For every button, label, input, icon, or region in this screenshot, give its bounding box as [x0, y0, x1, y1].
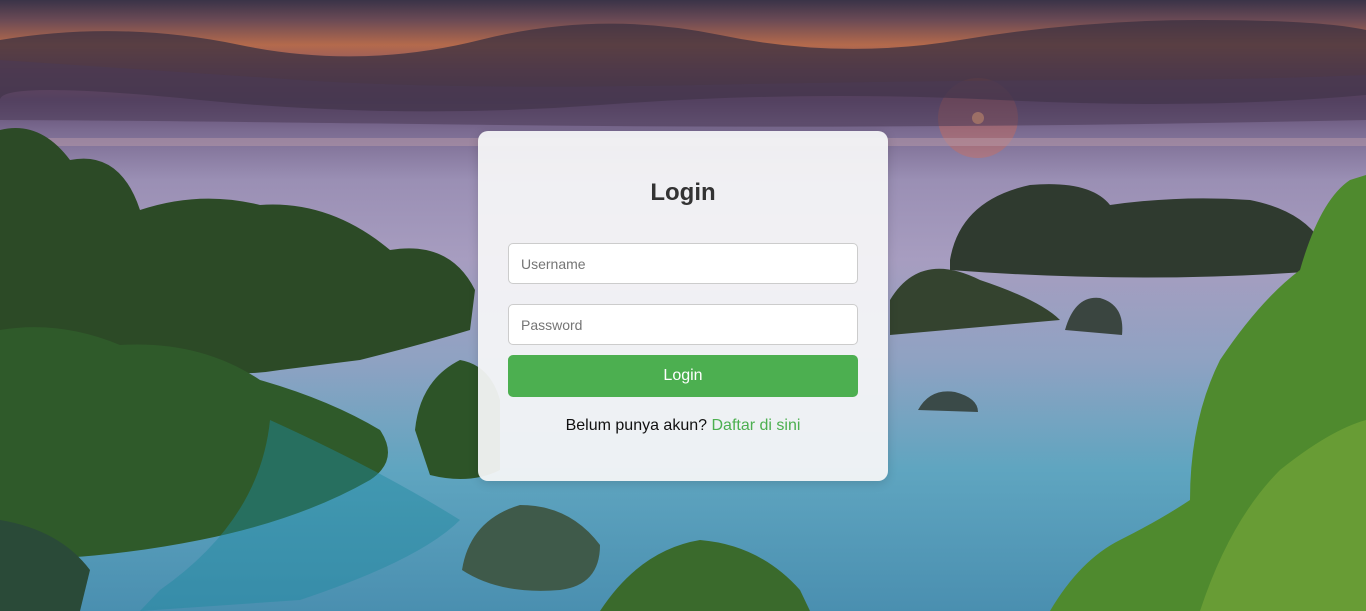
register-prompt: Belum punya akun? Daftar di sini [478, 416, 888, 436]
username-input[interactable] [508, 243, 858, 284]
login-card: Login Login Belum punya akun? Daftar di … [478, 131, 888, 481]
register-prompt-text: Belum punya akun? [565, 417, 708, 434]
register-link[interactable]: Daftar di sini [711, 417, 800, 434]
password-input[interactable] [508, 304, 858, 345]
login-title: Login [650, 179, 716, 206]
login-button[interactable]: Login [508, 355, 858, 397]
